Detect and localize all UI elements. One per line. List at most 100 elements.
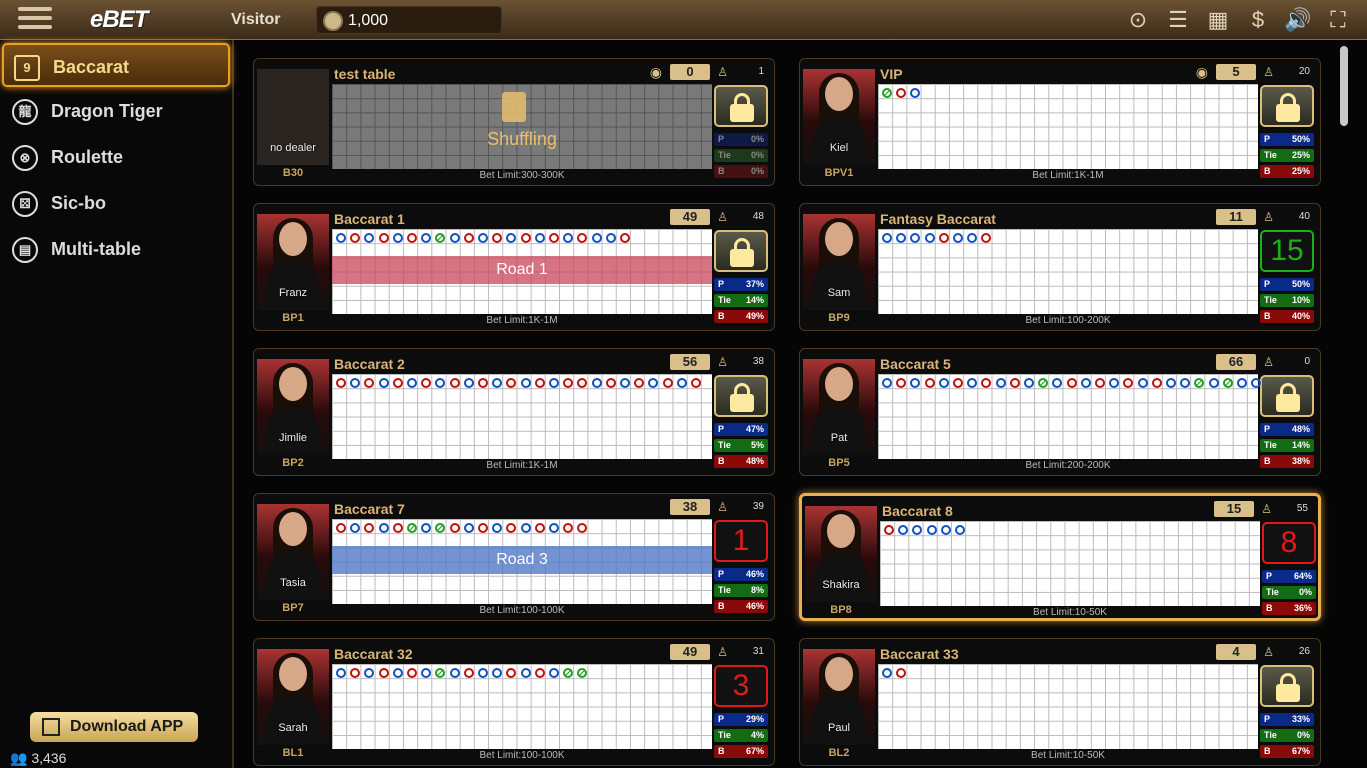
fullscreen-icon[interactable]: ⛶ [1324,6,1352,34]
banker-percent: B 25% [1260,165,1314,178]
game-table-card[interactable]: no dealer B30 test table ◉ 0 ♙ 1 Shuffling Bet L… [253,58,775,186]
banker-marker [520,233,531,243]
banker-marker [924,378,935,388]
game-table-card[interactable]: Sarah BL1 Baccarat 32 49 ♙ 31 Bet Limit:100-10… [253,638,775,766]
table-code: BP2 [282,457,304,469]
player-count: 20 [1298,66,1310,77]
nav-label: Sic-bo [51,193,107,213]
lock-icon[interactable] [714,375,768,417]
game-table-card[interactable]: Paul BL2 Baccarat 33 4 ♙ 26 Bet Limit:10-50K P 3… [799,638,1321,766]
menu-icon[interactable] [18,7,52,33]
player-count: 38 [752,356,764,367]
dealer-name: Jimlie [278,432,308,444]
lock-icon[interactable] [1260,665,1314,707]
game-table-card[interactable]: Franz BP1 Baccarat 1 49 ♙ 48 Road 1 Bet Limit:1… [253,203,775,331]
player-percent: P 48% [1260,423,1314,436]
banker-marker [534,668,545,678]
dealer-name: Paul [827,722,851,734]
player-marker [378,378,389,388]
game-table-card[interactable]: Shakira BP8 Baccarat 8 15 ♙ 55 Bet Limit:10-50… [799,493,1321,621]
bead-road[interactable] [878,664,1258,749]
lock-icon[interactable] [714,230,768,272]
nav-item-roulette[interactable]: ⊗ Roulette [2,135,230,179]
tie-percent: Tie 8% [714,584,768,597]
bead-road[interactable] [880,521,1260,606]
player-percent: P 64% [1262,570,1316,583]
table-title: Baccarat 5 [880,356,951,372]
banker-marker [463,668,474,678]
banker-percent: B 0% [714,165,768,178]
lock-icon[interactable] [1260,375,1314,417]
download-app-button[interactable]: Download APP [30,712,198,742]
bead-road[interactable] [878,229,1258,314]
player-marker [995,378,1006,388]
grid-view-icon[interactable]: ▦ [1204,6,1232,34]
banker-marker [662,378,673,388]
banker-percent: B 46% [714,600,768,613]
player-marker [1137,378,1148,388]
player-marker [1080,378,1091,388]
nav-item-multi-table[interactable]: ▤ Multi-table [2,227,230,271]
table-code: B30 [282,167,304,179]
sidebar: 9 Baccarat 龍 Dragon Tiger ⊗ Roulette ⚄ Sic-bo ▤ M… [0,40,234,768]
player-marker [549,523,559,533]
banker-marker [1066,378,1077,388]
nav-label: Dragon Tiger [51,101,163,121]
person-icon: ♙ [1263,645,1274,659]
banker-marker [478,523,488,533]
person-icon: ♙ [1261,502,1272,516]
table-title: Baccarat 2 [334,356,405,372]
player-marker [953,233,963,243]
player-count: 55 [1296,503,1308,514]
volume-icon[interactable]: 🔊 [1284,6,1312,34]
tie-percent: Tie 25% [1260,149,1314,162]
list-view-icon[interactable]: ☰ [1164,6,1192,34]
player-marker [549,668,559,678]
person-icon: ♙ [1263,210,1274,224]
player-marker [1237,378,1247,388]
player-percent: P 47% [714,423,768,436]
tie-percent: Tie 4% [714,729,768,742]
banker-percent: B 48% [714,455,768,468]
player-marker [392,233,403,243]
player-marker [520,378,531,388]
nav-item-dragon-tiger[interactable]: 龍 Dragon Tiger [2,89,230,133]
nav-item-sic-bo[interactable]: ⚄ Sic-bo [2,181,230,225]
brand-logo: eBET [90,6,148,33]
lock-icon[interactable] [714,85,768,127]
tie-percent: Tie 14% [1260,439,1314,452]
scrollbar[interactable] [1340,46,1348,126]
banker-percent: B 49% [714,310,768,323]
player-marker [478,668,488,678]
bet-limit: Bet Limit:300-300K [479,170,565,181]
card-history-icon[interactable]: $ [1244,6,1272,34]
round-count: 49 [670,644,710,660]
player-count: 1 [758,66,764,77]
player-marker [463,523,474,533]
game-table-card[interactable]: Kiel BPV1 VIP ◉ 5 ♙ 20 Bet Limit:1K-1M P 50% Tie 25… [799,58,1321,186]
banker-percent: B 67% [714,745,768,758]
download-app-label: Download APP [70,718,184,735]
chip-icon[interactable]: ⊙ [1124,6,1152,34]
tie-marker [407,523,417,533]
player-count: 0 [1304,356,1310,367]
player-marker [392,668,403,678]
player-marker [478,233,488,243]
player-marker [1166,378,1176,388]
banker-marker [549,233,559,243]
nav-item-baccarat[interactable]: 9 Baccarat [2,43,230,87]
game-table-card[interactable]: Sam BP9 Fantasy Baccarat 11 ♙ 40 Bet Limit:100… [799,203,1321,331]
dealer-name: Sam [827,287,851,299]
game-table-card[interactable]: Jimlie BP2 Baccarat 2 56 ♙ 38 Bet Limit:1K-1M P… [253,348,775,476]
table-lobby: no dealer B30 test table ◉ 0 ♙ 1 Shuffling Bet L… [236,40,1367,768]
player-marker [336,668,346,678]
banker-marker [1095,378,1105,388]
person-icon: ♙ [717,210,728,224]
game-table-card[interactable]: Tasia BP7 Baccarat 7 38 ♙ 39 Road 3 Bet Limit:1… [253,493,775,621]
bead-road[interactable] [878,84,1258,169]
game-table-card[interactable]: Pat BP5 Baccarat 5 66 ♙ 0 Bet Limit:200-200K P 4… [799,348,1321,476]
round-count: 49 [670,209,710,225]
lock-icon[interactable] [1260,85,1314,127]
bet-limit: Bet Limit:1K-1M [1032,170,1104,181]
player-marker [605,233,616,243]
